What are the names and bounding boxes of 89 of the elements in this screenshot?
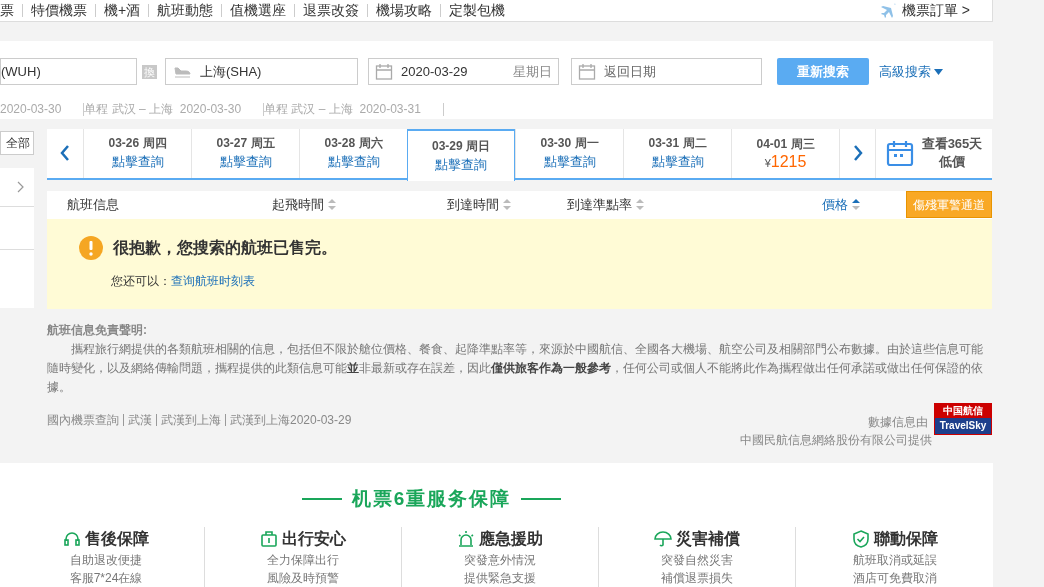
- service-title: 災害補償: [676, 529, 740, 549]
- sort-icon: [503, 199, 511, 210]
- service-title: 出行安心: [282, 529, 346, 549]
- service-description: 全力保障出行: [267, 552, 339, 569]
- nav-link[interactable]: 退票改簽: [303, 0, 360, 21]
- timetable-link[interactable]: 查询航班时刻表: [171, 271, 255, 290]
- sort-icon: [852, 199, 860, 210]
- chevron-right-icon: [17, 180, 24, 193]
- query-link: 點擊查詢: [651, 153, 704, 172]
- date-label: 03-31 周二: [648, 135, 707, 153]
- warning-icon: [79, 235, 103, 260]
- travelsky-logo: 中国航信 TravelSky: [934, 402, 992, 435]
- nav-link[interactable]: 機+酒: [104, 0, 141, 21]
- date-label: 03-29 周日: [432, 137, 490, 155]
- return-placeholder: 返回日期: [604, 62, 656, 81]
- sort-icon: [328, 199, 336, 210]
- service-description: 酒店可免費取消: [852, 570, 937, 587]
- query-link: 點擊查詢: [219, 153, 272, 172]
- source-label: 數據信息由: [868, 413, 928, 431]
- chevron-right-icon[interactable]: [852, 145, 863, 161]
- nav-link[interactable]: 票: [0, 0, 14, 21]
- column-header: 價格: [822, 195, 848, 214]
- query-link: 點擊查詢: [543, 153, 596, 172]
- date-label: 04-01 周三: [756, 135, 815, 153]
- service-description: 突發自然災害: [661, 552, 733, 569]
- destination-field[interactable]: 上海(SHA): [165, 58, 358, 86]
- calendar-subtitle: 低價: [939, 153, 965, 171]
- column-header: 到達準點率: [567, 195, 632, 214]
- date-tab[interactable]: 03-26 周四 點擊查詢: [83, 128, 191, 178]
- nav-link[interactable]: 定製包機: [449, 0, 506, 21]
- service-description: 補償退票損失: [661, 570, 733, 587]
- nav-link[interactable]: 航班動態: [157, 0, 214, 21]
- weekday-label: 星期日: [513, 62, 552, 81]
- return-date-field[interactable]: 返回日期: [571, 58, 762, 86]
- service-description: 客服7*24在線: [69, 570, 143, 587]
- calendar-title: 查看365天: [921, 135, 983, 153]
- date-label: 03-30 周一: [540, 135, 599, 153]
- calendar-icon: [885, 139, 914, 167]
- notice-title: 很抱歉，您搜索的航班已售完。: [113, 237, 337, 258]
- date-label: 03-26 周四: [108, 135, 167, 153]
- calendar-icon: [578, 62, 596, 81]
- umbrella-icon: [654, 530, 672, 548]
- airplane-icon: [879, 2, 898, 19]
- service-description: 突發意外情況: [464, 552, 536, 569]
- service-description: 航班取消或延誤: [852, 552, 937, 569]
- service-title: 應急援助: [479, 529, 543, 549]
- date-tab[interactable]: 03-27 周五 點擊查詢: [191, 128, 299, 178]
- query-link: 點擊查詢: [327, 153, 380, 172]
- siren-icon: [457, 530, 475, 548]
- nav-link[interactable]: 特價機票: [31, 0, 87, 21]
- price-label: ¥1215: [764, 152, 807, 172]
- orders-link[interactable]: 機票訂單 >: [901, 0, 970, 21]
- service-description: 自助退改便捷: [70, 552, 142, 569]
- date-tab[interactable]: 03-29 周日 點擊查詢: [407, 128, 515, 181]
- bag-icon: [260, 530, 278, 548]
- date-tab[interactable]: 04-01 周三 ¥1215: [731, 128, 839, 178]
- date-label: 03-28 周六: [324, 135, 383, 153]
- date-value: 2020-03-29: [401, 62, 468, 81]
- date-tab[interactable]: 03-30 周一 點擊查詢: [515, 128, 623, 178]
- source-company: 中國民航信息網絡股份有限公司提供: [740, 431, 932, 449]
- all-filter-button[interactable]: 全部: [0, 130, 34, 155]
- column-header: 到達時間: [447, 195, 499, 214]
- disclaimer-text: 攜程旅行網提供的各類航班相關的信息，包括但不限於艙位價格、餐食、起降準點率等，來源於中國航信、全國各大機場、航空公司及相關部門公布數據。由於這些信息可能隨時變化，以及網絡傳輸問題，攜程提供的此類信息可能並非最新或存在誤差，因此僅供旅客作為一般參考，任何公司或個人不能將此作為攜程做出任何承諾或做出任何保證的依據。: [47, 340, 984, 396]
- airplane-icon: [174, 64, 192, 79]
- headset-icon: [63, 530, 81, 548]
- nav-link[interactable]: 值機選座: [230, 0, 287, 21]
- date-tab[interactable]: 03-31 周二 點擊查詢: [623, 128, 731, 178]
- caret-icon: [934, 68, 943, 75]
- date-label: 03-27 周五: [216, 135, 275, 153]
- services-title: 机票6重服务保障: [351, 486, 512, 511]
- destination-value: 上海(SHA): [200, 62, 262, 81]
- notice-prompt: 您还可以：: [111, 272, 171, 290]
- service-title: 售後保障: [85, 529, 149, 549]
- origin-field[interactable]: (WUH): [0, 58, 137, 86]
- departure-date-field[interactable]: 2020-03-29 星期日: [368, 58, 559, 86]
- chevron-left-icon[interactable]: [60, 145, 70, 161]
- column-header: 航班信息: [67, 195, 119, 214]
- service-title: 聯動保障: [873, 529, 938, 549]
- nav-link[interactable]: 機場攻略: [376, 0, 433, 21]
- sort-icon: [636, 199, 644, 210]
- calendar-icon: [375, 62, 393, 81]
- query-link: 點擊查詢: [111, 153, 164, 172]
- column-header: 起飛時間: [272, 195, 324, 214]
- service-description: 提供緊急支援: [464, 570, 536, 587]
- advanced-search-link[interactable]: 高級搜索: [879, 61, 943, 82]
- service-description: 風險及時預警: [267, 570, 339, 587]
- disclaimer-title: 航班信息免責聲明:: [47, 321, 148, 339]
- query-link: 點擊查詢: [435, 155, 487, 174]
- shield-check-icon: [851, 530, 870, 548]
